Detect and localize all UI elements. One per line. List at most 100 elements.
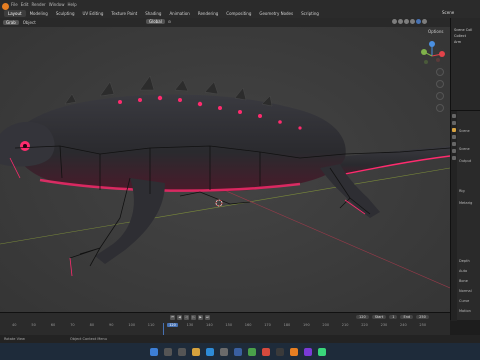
property-row[interactable]: Motion [459, 309, 471, 313]
file-explorer-icon[interactable] [192, 348, 200, 356]
mode-menu[interactable]: Grab [3, 20, 19, 25]
object-tab-icon[interactable] [452, 142, 456, 146]
timeline-panel: ⏮ ◀ ◁ ▷ ▶ ⏭ 120 Start 1 End 250 40 50 60 70… [0, 312, 450, 336]
tab-compositing[interactable]: Compositing [222, 10, 255, 17]
app-icon[interactable] [248, 348, 256, 356]
modifier-tab-icon[interactable] [452, 149, 456, 153]
tab-uv-editing[interactable]: UV Editing [79, 10, 108, 17]
property-row[interactable]: Bone [459, 279, 468, 283]
property-row[interactable]: Metarig [459, 201, 472, 205]
search-icon[interactable] [164, 348, 172, 356]
tab-modeling[interactable]: Modeling [26, 10, 52, 17]
tab-geometry-nodes[interactable]: Geometry Nodes [255, 10, 297, 17]
app-icon[interactable] [318, 348, 326, 356]
render-tab-icon[interactable] [452, 121, 456, 125]
frame-tick-label: 230 [380, 323, 388, 327]
snap-icon[interactable]: ⊙ [168, 19, 171, 24]
frame-tick-label: 120 [167, 323, 178, 327]
tool-tab-icon[interactable] [452, 114, 456, 118]
next-key-icon[interactable]: ▶ [198, 315, 203, 320]
task-view-icon[interactable] [178, 348, 186, 356]
app-icon[interactable] [304, 348, 312, 356]
chrome-icon[interactable] [262, 348, 270, 356]
tab-shading[interactable]: Shading [141, 10, 165, 17]
options-button[interactable]: Options [428, 29, 443, 34]
solid-shading-icon[interactable] [410, 19, 415, 24]
main-menu: File Edit Render Window Help [11, 2, 77, 7]
scene-tab-icon[interactable] [452, 128, 456, 132]
transform-orientation-dropdown[interactable]: Global [146, 19, 165, 24]
blender-logo-icon[interactable] [2, 3, 9, 10]
property-row[interactable]: Normal [459, 289, 472, 293]
current-frame-field[interactable]: 120 [356, 315, 369, 319]
top-menu-bar: File Edit Render Window Help Layout Mode… [0, 0, 480, 18]
frame-tick-label: 70 [70, 323, 75, 327]
outliner-panel: Scene Coll Collect Arm [450, 18, 480, 110]
data-tab-icon[interactable] [452, 156, 456, 160]
frame-tick-label: 140 [206, 323, 213, 327]
tab-texture-paint[interactable]: Texture Paint [107, 10, 141, 17]
frame-tick-label: 90 [109, 323, 114, 327]
status-left-hint: Rotate View [4, 337, 25, 341]
transform-controls: Global ⊙ [146, 19, 171, 24]
frame-tick-label: 110 [147, 323, 155, 327]
status-middle-hint: Object Context Menu [70, 337, 107, 341]
windows-start-icon[interactable] [150, 348, 158, 356]
pan-hand-icon[interactable] [436, 80, 444, 88]
blender-taskbar-icon[interactable] [290, 348, 298, 356]
mail-icon[interactable] [234, 348, 242, 356]
frame-fields: 120 Start 1 End 250 [356, 315, 429, 319]
material-preview-icon[interactable] [416, 19, 421, 24]
frame-tick-label: 40 [12, 323, 17, 327]
play-reverse-icon[interactable]: ◁ [184, 315, 189, 320]
play-icon[interactable]: ▷ [191, 315, 196, 320]
tab-layout[interactable]: Layout [4, 10, 26, 17]
property-row[interactable]: Auto [459, 269, 467, 273]
tab-animation[interactable]: Animation [165, 10, 193, 17]
tab-scripting[interactable]: Scripting [297, 10, 323, 17]
object-menu[interactable]: Object [23, 20, 36, 25]
frame-tick-label: 190 [303, 323, 310, 327]
property-row[interactable]: Scene [459, 147, 470, 151]
scene-selector[interactable]: Scene [442, 10, 454, 15]
zoom-icon[interactable] [436, 68, 444, 76]
store-icon[interactable] [220, 348, 228, 356]
overlay-icon[interactable] [392, 19, 397, 24]
menu-edit[interactable]: Edit [21, 2, 29, 7]
end-label: End [400, 315, 414, 319]
prev-key-icon[interactable]: ◀ [177, 315, 182, 320]
camera-view-icon[interactable] [436, 92, 444, 100]
xray-icon[interactable] [398, 19, 403, 24]
start-frame-field[interactable]: 1 [389, 315, 398, 319]
wireframe-shading-icon[interactable] [404, 19, 409, 24]
rendered-shading-icon[interactable] [422, 19, 427, 24]
frame-tick-label: 50 [31, 323, 36, 327]
frame-tick-label: 80 [89, 323, 95, 327]
end-frame-field[interactable]: 250 [416, 315, 429, 319]
app-icon[interactable] [276, 348, 284, 356]
world-tab-icon[interactable] [452, 135, 456, 139]
3d-viewport[interactable]: Grab Object Global ⊙ Options [0, 18, 450, 318]
property-row[interactable]: Rig [459, 189, 465, 193]
frame-tick-label: 240 [400, 323, 407, 327]
frame-ruler[interactable]: 40 50 60 70 80 90 100 110 120 130 140 150 160 170 180 1… [0, 323, 450, 329]
ortho-grid-icon[interactable] [436, 104, 444, 112]
jump-end-icon[interactable]: ⏭ [205, 315, 210, 320]
property-row[interactable]: Curve [459, 299, 469, 303]
jump-start-icon[interactable]: ⏮ [170, 315, 175, 320]
property-row[interactable]: Depth [459, 259, 470, 263]
tab-rendering[interactable]: Rendering [194, 10, 222, 17]
creature-body [13, 94, 346, 192]
outliner-row[interactable]: Arm [451, 40, 480, 46]
properties-header: Scene [459, 129, 470, 133]
menu-render[interactable]: Render [31, 2, 45, 7]
edge-browser-icon[interactable] [206, 348, 214, 356]
status-bar: Rotate View Object Context Menu [0, 335, 480, 343]
menu-file[interactable]: File [11, 2, 18, 7]
frame-tick-label: 210 [341, 323, 349, 327]
menu-help[interactable]: Help [67, 2, 76, 7]
property-row[interactable]: Output [459, 159, 471, 163]
playback-controls: ⏮ ◀ ◁ ▷ ▶ ⏭ [170, 315, 210, 320]
tab-sculpting[interactable]: Sculpting [52, 10, 79, 17]
menu-window[interactable]: Window [49, 2, 65, 7]
